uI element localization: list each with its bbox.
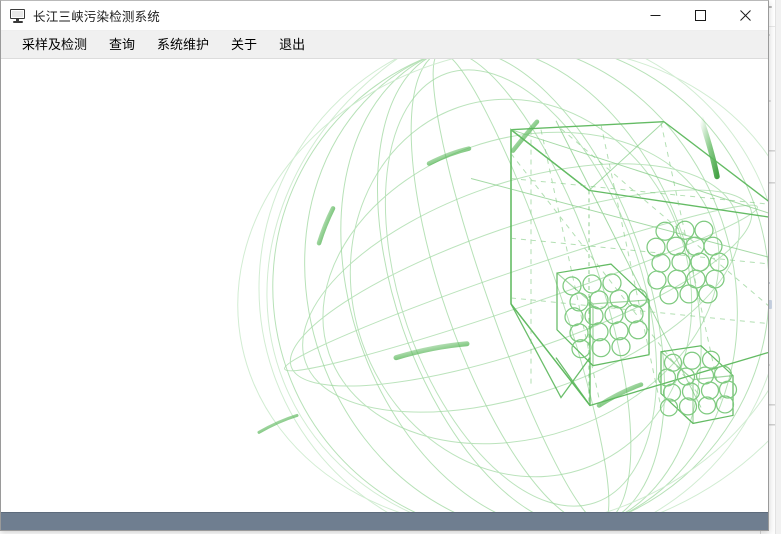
menu-system-maintenance[interactable]: 系统维护: [146, 35, 220, 54]
maximize-button[interactable]: [678, 1, 723, 30]
globe-wireframe-with-molecular-cube-icon: [237, 59, 768, 512]
window-title: 长江三峡污染检测系统: [33, 10, 161, 24]
desktop-background: 长江三峡污染检测系统 采样及检测 查询 系统维护 关于 退出: [0, 0, 781, 534]
title-bar[interactable]: 长江三峡污染检测系统: [1, 1, 768, 31]
menu-exit[interactable]: 退出: [268, 35, 316, 54]
close-button[interactable]: [723, 1, 768, 30]
status-bar: [1, 512, 768, 530]
window-controls: [633, 1, 768, 30]
minimize-button[interactable]: [633, 1, 678, 30]
computer-monitor-icon: [10, 8, 26, 24]
client-area: [1, 59, 768, 512]
application-window: 长江三峡污染检测系统 采样及检测 查询 系统维护 关于 退出: [0, 0, 769, 531]
menu-about[interactable]: 关于: [220, 35, 268, 54]
menu-query[interactable]: 查询: [98, 35, 146, 54]
menu-sampling-detection[interactable]: 采样及检测: [11, 35, 98, 54]
background-window-scrollbar[interactable]: [775, 0, 781, 534]
menu-bar: 采样及检测 查询 系统维护 关于 退出: [1, 31, 768, 59]
